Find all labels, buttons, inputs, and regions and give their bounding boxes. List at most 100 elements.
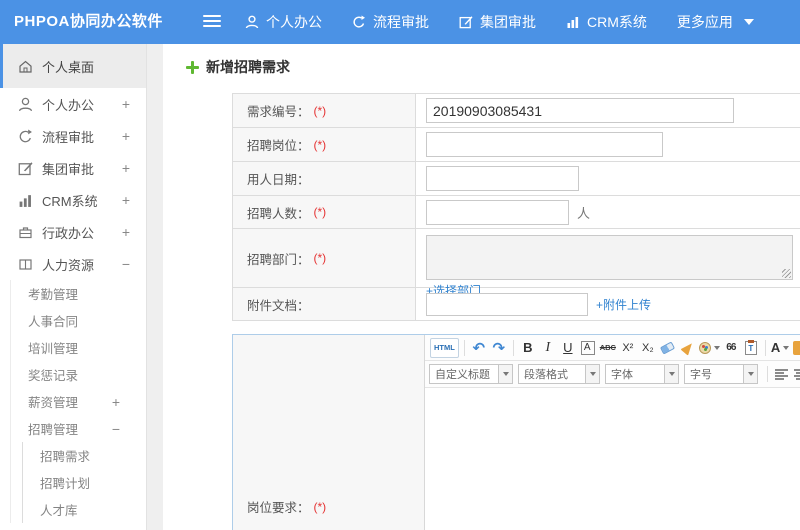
add-plus-icon (186, 60, 199, 74)
nav-personal-office[interactable]: 个人办公 (245, 12, 322, 32)
chevron-down-icon (502, 372, 509, 376)
expand-plus-icon[interactable]: + (122, 160, 130, 176)
sidebar-item-hr[interactable]: 人力资源 − (0, 248, 146, 280)
hire-date-input[interactable] (426, 166, 579, 191)
nav-more-apps[interactable]: 更多应用 (677, 12, 754, 32)
demand-no-input[interactable] (426, 98, 734, 123)
sidebar-item-rewards[interactable]: 奖惩记录 (11, 361, 146, 388)
field-label: 需求编号： (247, 105, 310, 119)
editor-content-area[interactable] (425, 388, 800, 530)
sidebar-item-crm[interactable]: CRM系统 + (0, 184, 146, 216)
font-color-button[interactable]: A (771, 338, 790, 358)
sidebar-item-desktop[interactable]: 个人桌面 (0, 44, 146, 88)
blockquote-button[interactable]: 66 (722, 338, 740, 358)
eraser-button[interactable] (659, 338, 677, 358)
attachment-input[interactable] (426, 292, 588, 316)
collapse-minus-icon[interactable]: − (122, 256, 130, 272)
briefcase-icon (18, 225, 33, 240)
rich-text-editor: HTML ↶ ↷ B I U A ABC X² X₂ 66 T A 自定义标题 … (425, 335, 800, 530)
sidebar-item-salary[interactable]: 薪资管理 + (11, 388, 146, 415)
nav-group-approval[interactable]: 集团审批 (459, 12, 536, 32)
sidebar-item-admin-office[interactable]: 行政办公 + (0, 216, 146, 248)
clipboard-icon: T (744, 339, 757, 355)
align-center-icon[interactable] (794, 368, 800, 380)
sidebar-item-recruit-mgmt[interactable]: 招聘管理 − (11, 415, 146, 442)
italic-button[interactable]: I (539, 338, 557, 358)
app-logo: PHPOA协同办公软件 (14, 13, 163, 30)
headcount-input[interactable] (426, 199, 569, 225)
form-row-demand-no: 需求编号： (*) (233, 94, 800, 128)
chevron-down-icon (668, 372, 675, 376)
sidebar-item-talent-pool[interactable]: 人才库 (23, 496, 146, 523)
department-textarea[interactable] (426, 235, 793, 280)
sidebar-item-attendance[interactable]: 考勤管理 (11, 280, 146, 307)
nav-crm-system[interactable]: CRM系统 (566, 12, 647, 32)
bold-button[interactable]: B (519, 338, 537, 358)
nav-process-approval[interactable]: 流程审批 (352, 12, 429, 32)
superscript-button[interactable]: X² (619, 338, 637, 358)
upload-attachment-link[interactable]: +附件上传 (596, 296, 651, 313)
palette-icon (698, 341, 711, 354)
recruit-form: 需求编号：(*) 招聘岗位：(*) 用人日期： 招聘人数：(*) 人 招聘部门：… (232, 93, 800, 321)
sidebar-item-recruit-demand[interactable]: 招聘需求 (23, 442, 146, 469)
collapse-minus-icon[interactable]: − (112, 421, 120, 437)
border-text-button[interactable]: A (580, 340, 595, 355)
sidebar-item-process-approval[interactable]: 流程审批 + (0, 120, 146, 152)
sidebar-item-personal-office[interactable]: 个人办公 + (0, 88, 146, 120)
menu-toggle-icon[interactable] (203, 15, 223, 29)
color-swatch-icon (793, 340, 800, 355)
align-left-icon[interactable] (775, 368, 788, 380)
brush-icon (680, 339, 696, 356)
sidebar-item-training[interactable]: 培训管理 (11, 334, 146, 361)
required-mark: (*) (313, 137, 327, 152)
book-icon (18, 257, 33, 272)
field-label: 岗位要求： (247, 501, 310, 515)
html-source-button[interactable]: HTML (430, 337, 459, 358)
format-brush-button[interactable] (679, 338, 697, 358)
eraser-icon (660, 340, 676, 355)
form-row-attachment: 附件文档： +附件上传 (233, 288, 800, 320)
custom-heading-select[interactable]: 自定义标题 (429, 364, 513, 384)
chevron-down-icon (783, 345, 790, 350)
field-label: 招聘岗位： (247, 139, 310, 153)
top-bar: PHPOA协同办公软件 个人办公 流程审批 集团审批 CRM系统 更多应用 (0, 0, 800, 44)
paste-text-button[interactable]: T (742, 338, 760, 358)
unit-label: 人 (577, 205, 591, 221)
font-family-select[interactable]: 字体 (605, 364, 679, 384)
sidebar-item-group-approval[interactable]: 集团审批 + (0, 152, 146, 184)
expand-plus-icon[interactable]: + (122, 128, 130, 144)
expand-plus-icon[interactable]: + (122, 96, 130, 112)
bar-chart-icon (566, 15, 580, 29)
chevron-down-icon (747, 372, 754, 376)
undo-icon[interactable]: ↶ (470, 338, 488, 358)
required-mark: (*) (313, 205, 327, 219)
field-label: 招聘部门： (247, 252, 310, 267)
process-refresh-icon (352, 15, 366, 29)
hr-submenu: 考勤管理 人事合同 培训管理 奖惩记录 薪资管理 + 招聘管理 − 招聘需求 招… (10, 280, 146, 523)
paragraph-format-select[interactable]: 段落格式 (518, 364, 600, 384)
expand-plus-icon[interactable]: + (122, 192, 130, 208)
form-row-headcount: 招聘人数： (*) 人 (233, 196, 800, 229)
position-input[interactable] (426, 132, 663, 157)
home-icon (18, 59, 33, 74)
font-size-select[interactable]: 字号 (684, 364, 758, 384)
sidebar-item-hr-contract[interactable]: 人事合同 (11, 307, 146, 334)
strikethrough-button[interactable]: ABC (599, 338, 617, 358)
editor-toolbar-row2: 自定义标题 段落格式 字体 字号 (425, 361, 800, 388)
edit-icon (18, 161, 33, 176)
subscript-button[interactable]: X₂ (639, 338, 657, 358)
expand-plus-icon[interactable]: + (112, 394, 120, 410)
highlight-color-button[interactable] (698, 338, 720, 358)
background-color-button[interactable] (791, 338, 800, 358)
chevron-down-icon (743, 19, 754, 25)
underline-button[interactable]: U (559, 338, 577, 358)
sidebar-item-recruit-plan[interactable]: 招聘计划 (23, 469, 146, 496)
sidebar: 个人桌面 个人办公 + 流程审批 + 集团审批 + CRM系统 + 行政办公 + (0, 44, 147, 530)
job-requirements-row: 岗位要求： (*) HTML ↶ ↷ B I U A ABC X² X₂ 66 … (232, 334, 800, 530)
chevron-down-icon (589, 372, 596, 376)
expand-plus-icon[interactable]: + (122, 224, 130, 240)
field-label: 附件文档： (247, 298, 310, 313)
process-refresh-icon (18, 129, 33, 144)
user-icon (245, 15, 259, 29)
redo-icon[interactable]: ↷ (490, 338, 508, 358)
